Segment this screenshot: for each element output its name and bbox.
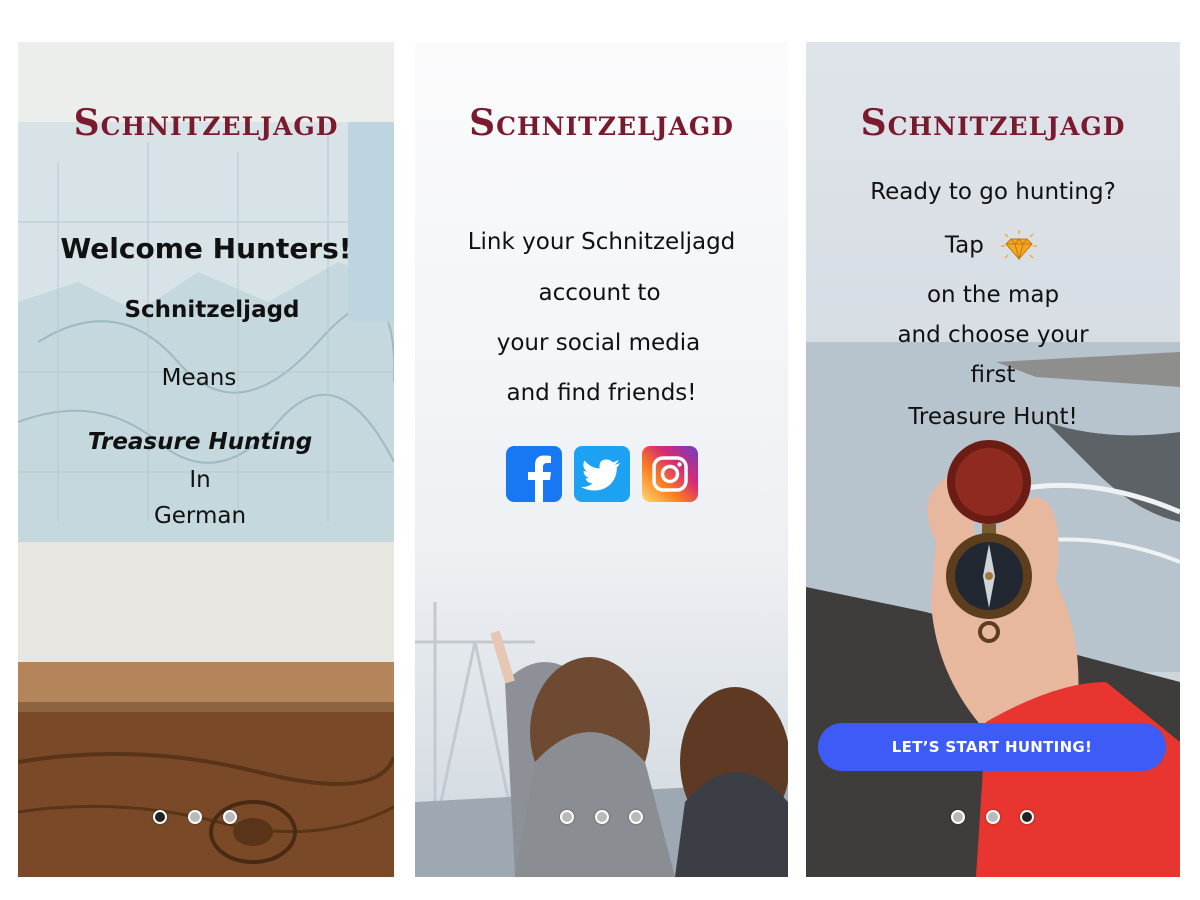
page-indicator [806,810,1180,826]
social-line-2: account to [538,280,661,306]
start-line-1: Ready to go hunting? [870,179,1116,205]
twitter-icon[interactable] [574,446,630,502]
intro-line-4: In [189,467,211,493]
page-dot-2[interactable] [595,810,609,824]
facebook-icon[interactable] [506,446,562,502]
app-logo-title: Schnitzeljagd [469,102,734,144]
welcome-heading: Welcome Hunters! [60,232,352,265]
start-hunting-button[interactable]: LET’S START HUNTING! [818,723,1166,771]
social-line-3: your social media [496,330,701,356]
start-line-4: and choose your [897,322,1089,348]
start-line-2-row: Tap [806,229,1180,263]
onboarding-screen-start: Schnitzeljagd Ready to go hunting? Tap o… [806,42,1180,877]
app-logo-title: Schnitzeljagd [73,102,339,144]
intro-line-1: Schnitzeljagd [124,297,300,323]
page-dot-1[interactable] [153,810,167,824]
instagram-icon[interactable] [642,446,698,502]
page-dot-3[interactable] [1020,810,1034,824]
page-dot-3[interactable] [223,810,237,824]
start-line-2: Tap [944,232,984,259]
start-line-3: on the map [926,282,1060,308]
page-dot-1[interactable] [951,810,965,824]
start-line-5: first [970,362,1016,388]
app-logo-title: Schnitzeljagd [860,102,1126,144]
page-dot-1[interactable] [560,810,574,824]
page-dot-3[interactable] [629,810,643,824]
onboarding-screen-welcome: Schnitzeljagd Welcome Hunters! Schnitzel… [18,42,394,877]
onboarding-screen-social: Schnitzeljagd Link your Schnitzeljagd ac… [415,42,788,877]
social-line-1: Link your Schnitzeljagd [467,229,736,255]
gem-icon [1001,230,1038,261]
map-background-image [18,42,394,877]
page-dot-2[interactable] [188,810,202,824]
start-line-6: Treasure Hunt! [908,404,1078,430]
intro-line-5: German [153,503,247,529]
intro-line-2: Means [161,365,237,391]
page-indicator [415,810,788,826]
social-line-4: and find friends! [506,380,697,406]
page-indicator [18,810,394,826]
intro-line-3: Treasure Hunting [87,429,313,455]
page-dot-2[interactable] [986,810,1000,824]
